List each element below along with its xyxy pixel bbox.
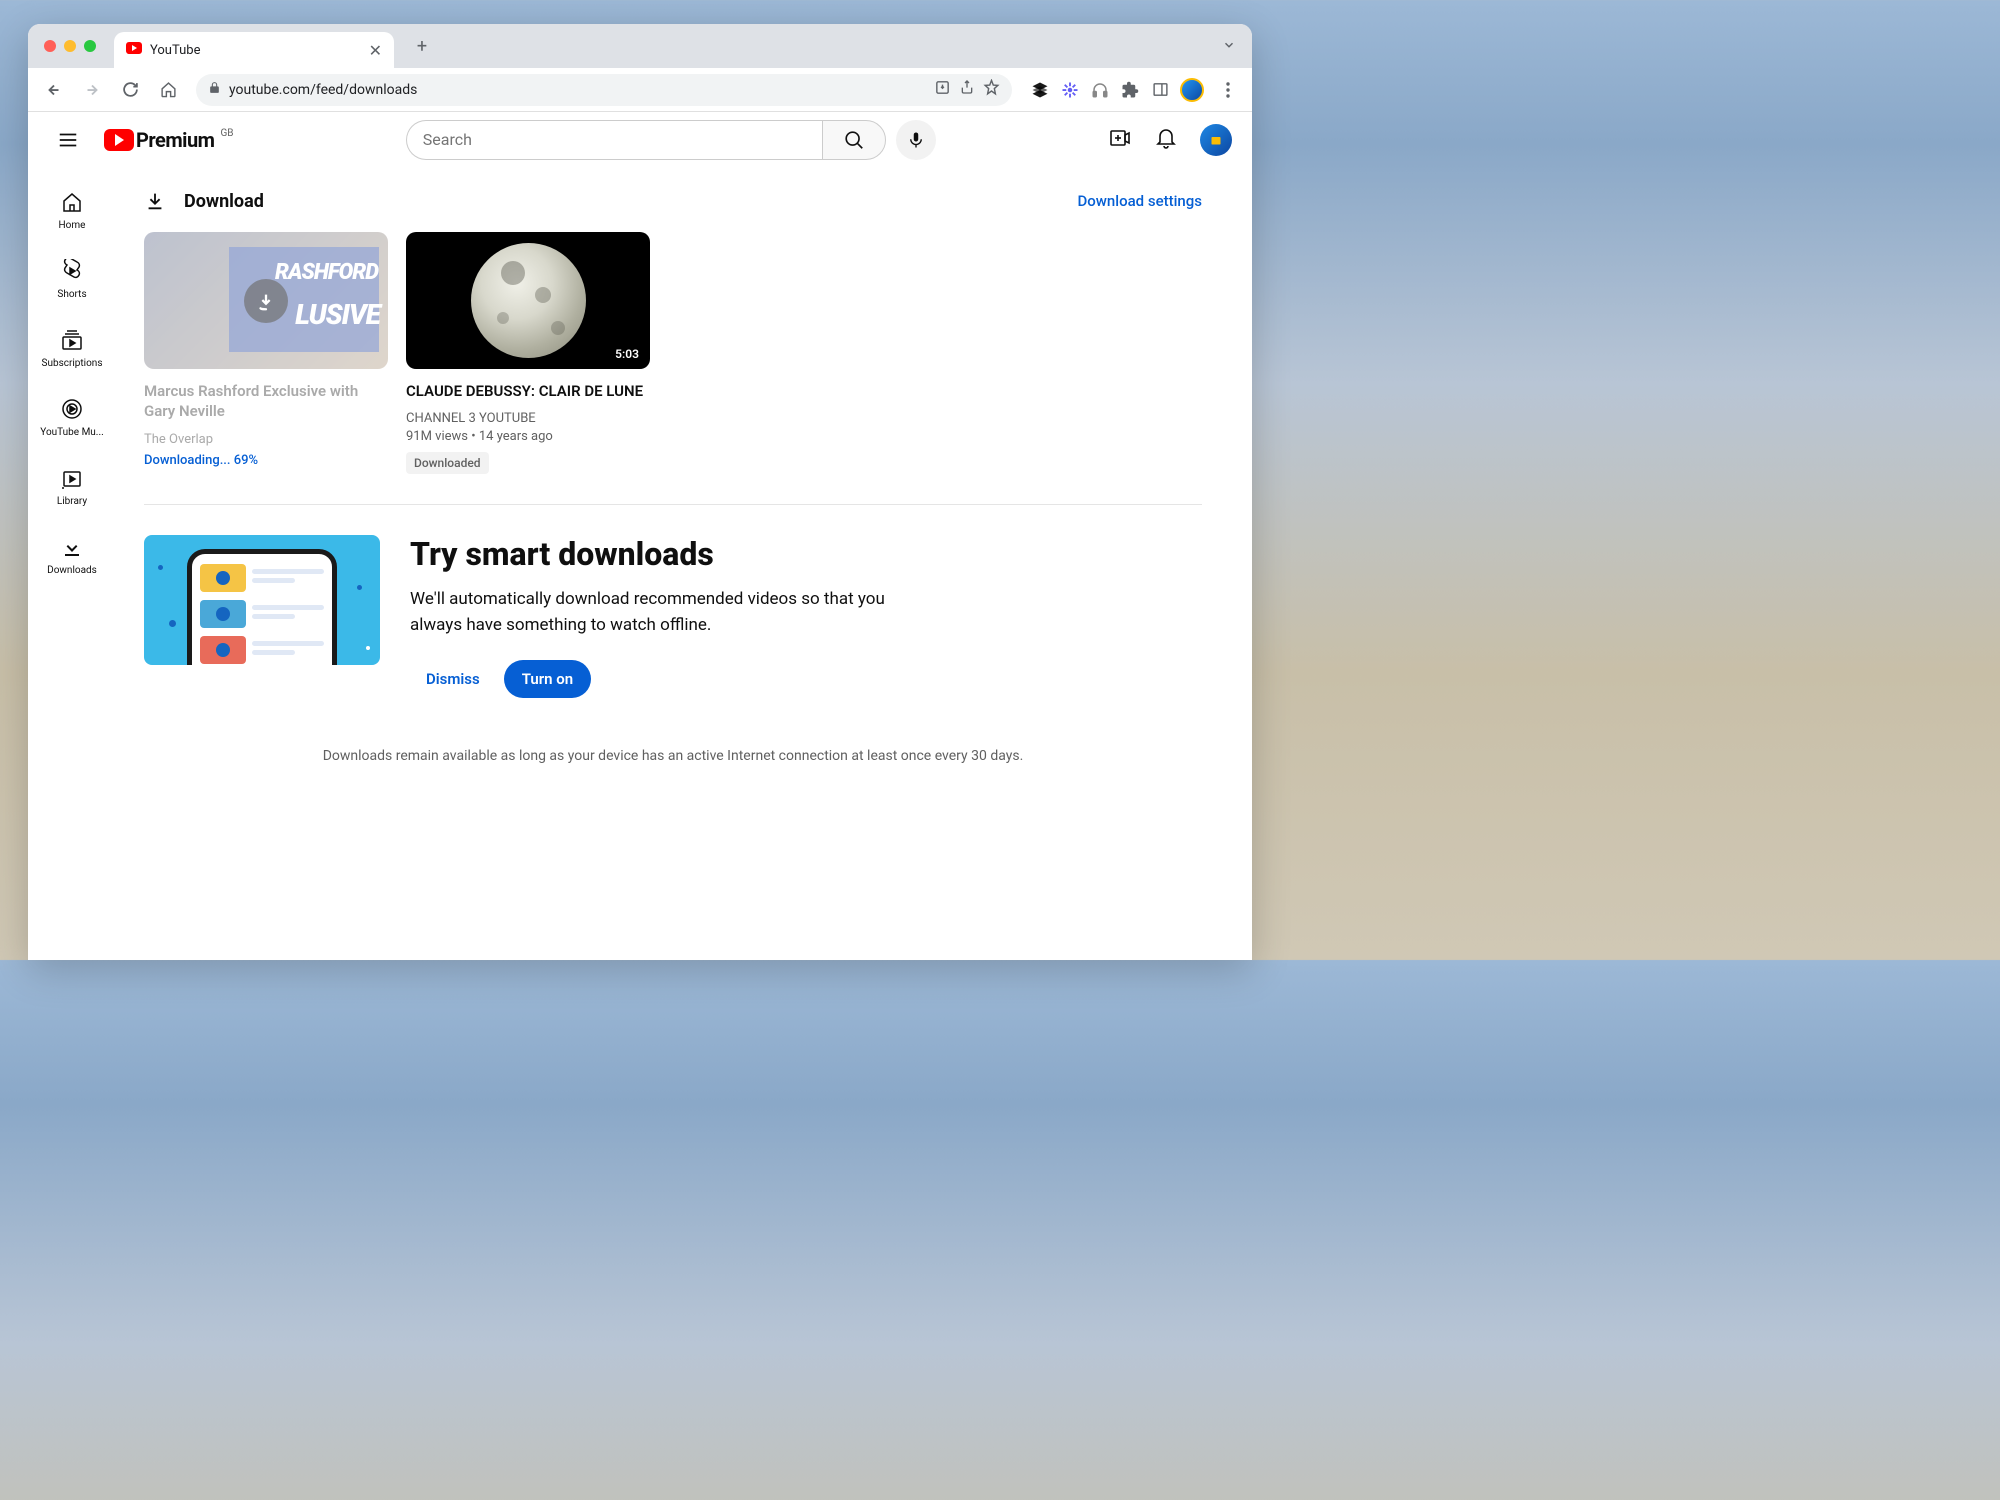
page-title: Download bbox=[184, 191, 264, 212]
forward-button[interactable] bbox=[76, 74, 108, 106]
extension-loom-icon[interactable] bbox=[1060, 80, 1080, 100]
video-thumbnail: LUSIVE bbox=[144, 232, 388, 369]
new-tab-button[interactable]: + bbox=[408, 32, 436, 60]
extensions-area bbox=[1030, 78, 1242, 102]
extension-headphones-icon[interactable] bbox=[1090, 80, 1110, 100]
youtube-favicon-icon bbox=[126, 42, 142, 58]
address-bar[interactable]: youtube.com/feed/downloads bbox=[196, 74, 1012, 106]
notifications-button[interactable] bbox=[1154, 126, 1178, 154]
video-duration: 5:03 bbox=[610, 345, 644, 363]
sidebar-item-library[interactable]: Library bbox=[28, 452, 116, 521]
extensions-menu-icon[interactable] bbox=[1120, 80, 1140, 100]
video-title: Marcus Rashford Exclusive with Gary Nevi… bbox=[144, 381, 388, 422]
install-app-icon[interactable] bbox=[934, 79, 951, 100]
minimize-window[interactable] bbox=[64, 40, 76, 52]
sidebar-item-label: Home bbox=[59, 220, 86, 231]
url-text: youtube.com/feed/downloads bbox=[229, 82, 417, 98]
browser-window: YouTube ✕ + youtube.com/feed/downloads bbox=[28, 24, 1252, 960]
sidebar-item-downloads[interactable]: Downloads bbox=[28, 521, 116, 590]
share-icon[interactable] bbox=[959, 79, 975, 100]
library-icon bbox=[60, 466, 84, 490]
sidebar-item-label: Library bbox=[57, 496, 87, 507]
promo-illustration bbox=[144, 535, 380, 665]
maximize-window[interactable] bbox=[84, 40, 96, 52]
search-box bbox=[406, 120, 886, 160]
divider bbox=[144, 504, 1202, 505]
window-controls bbox=[44, 40, 96, 52]
omnibox-actions bbox=[934, 79, 1000, 100]
promo-body-text: We'll automatically download recommended… bbox=[410, 587, 930, 638]
extension-buffer-icon[interactable] bbox=[1030, 80, 1050, 100]
create-button[interactable] bbox=[1108, 126, 1132, 154]
titlebar: YouTube ✕ + bbox=[28, 24, 1252, 68]
download-icon bbox=[60, 535, 84, 559]
home-icon bbox=[60, 190, 84, 214]
downloaded-badge: Downloaded bbox=[406, 452, 489, 474]
shorts-icon bbox=[60, 259, 84, 283]
sidebar-item-youtube-music[interactable]: YouTube Mu... bbox=[28, 383, 116, 452]
downloading-overlay-icon bbox=[244, 279, 288, 323]
logo-text: Premium bbox=[136, 128, 214, 152]
back-button[interactable] bbox=[38, 74, 70, 106]
profile-avatar[interactable] bbox=[1180, 78, 1204, 102]
dismiss-button[interactable]: Dismiss bbox=[410, 660, 496, 698]
browser-menu-icon[interactable] bbox=[1214, 82, 1242, 98]
close-window[interactable] bbox=[44, 40, 56, 52]
sidebar-item-subscriptions[interactable]: Subscriptions bbox=[28, 314, 116, 383]
youtube-logo[interactable]: Premium GB bbox=[104, 128, 234, 152]
video-thumbnail: 5:03 bbox=[406, 232, 650, 369]
browser-tab[interactable]: YouTube ✕ bbox=[114, 32, 394, 68]
search-button[interactable] bbox=[822, 120, 886, 160]
video-card[interactable]: 5:03 CLAUDE DEBUSSY: CLAIR DE LUNE CHANN… bbox=[406, 232, 650, 474]
tab-title: YouTube bbox=[150, 43, 201, 58]
video-meta: 91M views • 14 years ago bbox=[406, 429, 650, 444]
smart-downloads-promo: Try smart downloads We'll automatically … bbox=[144, 535, 1202, 698]
browser-toolbar: youtube.com/feed/downloads bbox=[28, 68, 1252, 112]
video-title: CLAUDE DEBUSSY: CLAIR DE LUNE bbox=[406, 381, 650, 401]
downloads-list: LUSIVE Marcus Rashford Exclusive with Ga… bbox=[144, 232, 1202, 474]
sidebar-item-home[interactable]: Home bbox=[28, 176, 116, 245]
menu-icon[interactable] bbox=[48, 120, 88, 160]
sidebar: Home Shorts Subscriptions YouTube Mu... … bbox=[28, 168, 116, 960]
user-avatar[interactable] bbox=[1200, 124, 1232, 156]
sidebar-item-shorts[interactable]: Shorts bbox=[28, 245, 116, 314]
tabs-dropdown-icon[interactable] bbox=[1222, 37, 1236, 56]
video-card[interactable]: LUSIVE Marcus Rashford Exclusive with Ga… bbox=[144, 232, 388, 474]
sidebar-item-label: YouTube Mu... bbox=[40, 427, 103, 438]
side-panel-icon[interactable] bbox=[1150, 80, 1170, 100]
bookmark-icon[interactable] bbox=[983, 79, 1000, 100]
promo-title: Try smart downloads bbox=[410, 535, 930, 573]
page-header: Download Download settings bbox=[144, 190, 1202, 212]
reload-button[interactable] bbox=[114, 74, 146, 106]
search-input[interactable] bbox=[406, 120, 822, 160]
home-button[interactable] bbox=[152, 74, 184, 106]
turn-on-button[interactable]: Turn on bbox=[504, 660, 591, 698]
video-status: Downloading... 69% bbox=[144, 453, 388, 468]
music-icon bbox=[60, 397, 84, 421]
youtube-header: Premium GB bbox=[28, 112, 1252, 168]
subscriptions-icon bbox=[60, 328, 84, 352]
main-content: Download Download settings LUSIVE Marcus… bbox=[116, 168, 1252, 960]
video-channel: The Overlap bbox=[144, 432, 388, 447]
moon-image bbox=[471, 243, 586, 358]
voice-search-button[interactable] bbox=[896, 120, 936, 160]
tab-close-icon[interactable]: ✕ bbox=[369, 41, 382, 60]
play-icon bbox=[104, 129, 134, 151]
sidebar-item-label: Downloads bbox=[47, 565, 97, 576]
lock-icon bbox=[208, 81, 221, 98]
sidebar-item-label: Subscriptions bbox=[42, 358, 103, 369]
sidebar-item-label: Shorts bbox=[57, 289, 86, 300]
footer-note: Downloads remain available as long as yo… bbox=[144, 748, 1202, 764]
logo-region: GB bbox=[220, 128, 233, 139]
download-settings-link[interactable]: Download settings bbox=[1077, 192, 1202, 210]
download-icon bbox=[144, 190, 166, 212]
video-channel: CHANNEL 3 YOUTUBE bbox=[406, 411, 650, 426]
